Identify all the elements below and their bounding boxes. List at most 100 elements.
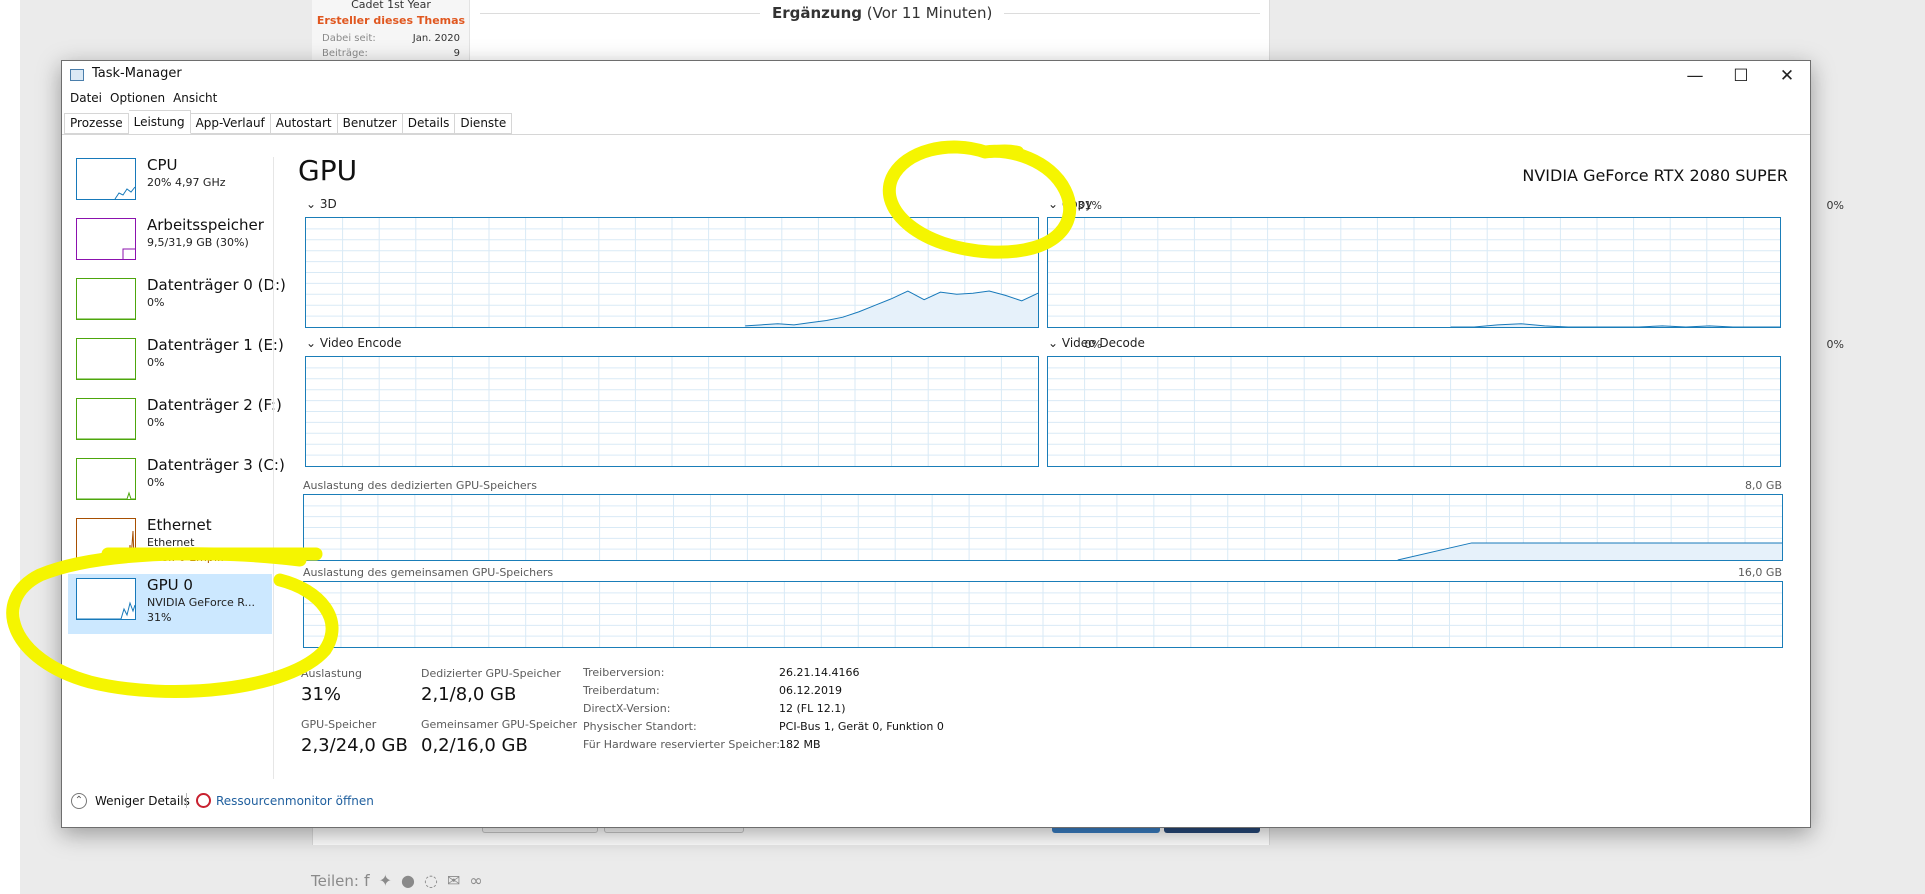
sparkline — [122, 248, 135, 259]
sidebar-item[interactable]: GPU 0 NVIDIA GeForce R... 31% — [68, 574, 272, 634]
sparkline-line — [77, 491, 135, 499]
maximize-button[interactable]: ☐ — [1718, 61, 1764, 91]
sidebar-thumbnail — [76, 458, 136, 500]
menu-ansicht[interactable]: Ansicht — [171, 91, 223, 105]
sidebar-item[interactable]: Datenträger 0 (D:) 0% — [68, 274, 286, 334]
engine-pct-copy: 0% — [1826, 199, 1844, 212]
driver-date-label: Treiberdatum: — [583, 684, 660, 697]
share-label: Teilen: — [311, 872, 359, 890]
sidebar-item-name: CPU — [147, 156, 178, 174]
link-icon[interactable]: ∞ — [469, 871, 491, 890]
menu-bar: Datei Optionen Ansicht — [68, 91, 223, 105]
engine-label-video-encode[interactable]: ⌄ Video Encode — [306, 336, 401, 350]
menu-datei[interactable]: Datei — [68, 91, 108, 105]
sparkline — [77, 530, 135, 559]
menu-optionen[interactable]: Optionen — [108, 91, 171, 105]
dedicated-stat-label: Dedizierter GPU-Speicher — [421, 667, 561, 680]
sidebar-item-sub: Ethernet — [147, 536, 195, 549]
sidebar-item-sub: 20% 4,97 GHz — [147, 176, 226, 189]
sparkline — [77, 601, 135, 619]
chevron-up-icon[interactable]: ⌃ — [71, 793, 87, 809]
reserved-mem-value: 182 MB — [779, 738, 821, 751]
dedicated-mem-label: Auslastung des dedizierten GPU-Speichers — [303, 479, 537, 492]
gpu-mem-label: GPU-Speicher — [301, 718, 377, 731]
sidebar-thumbnail — [76, 338, 136, 380]
sparkline-line — [114, 186, 135, 199]
joined-value: Jan. 2020 — [412, 33, 460, 44]
sidebar-item[interactable]: Datenträger 1 (E:) 0% — [68, 334, 284, 394]
sidebar-divider — [273, 157, 274, 779]
tab-dienste[interactable]: Dienste — [455, 113, 513, 134]
mail-icon[interactable]: ✉ — [447, 871, 469, 890]
driver-version-label: Treiberversion: — [583, 666, 665, 679]
chart-copy-plot — [1048, 218, 1780, 328]
sidebar-item-name: Ethernet — [147, 516, 212, 534]
engine-name: Video Encode — [319, 336, 402, 350]
dedicated-mem-max: 8,0 GB — [1744, 479, 1782, 492]
tab-leistung[interactable]: Leistung — [128, 110, 191, 134]
chart-copy — [1047, 217, 1781, 328]
sidebar-thumbnail — [76, 278, 136, 320]
shared-mem-max: 16,0 GB — [1737, 566, 1782, 579]
dedicated-mem-area — [1397, 542, 1782, 560]
edit-notice: Ergänzung (Vor 11 Minuten) — [760, 4, 1005, 22]
facebook-icon[interactable]: f — [364, 871, 379, 890]
tab-benutzer[interactable]: Benutzer — [337, 113, 403, 134]
tab-app-verlauf[interactable]: App-Verlauf — [190, 113, 271, 134]
engine-pct-video-decode: 0% — [1826, 338, 1844, 351]
resource-monitor-link[interactable]: Ressourcenmonitor öffnen — [216, 794, 374, 808]
sidebar-item-name: GPU 0 — [147, 576, 193, 594]
tab-prozesse[interactable]: Prozesse — [64, 113, 129, 134]
sidebar-thumbnail — [76, 398, 136, 440]
tab-autostart[interactable]: Autostart — [270, 113, 338, 134]
chart-video-decode-plot — [1048, 357, 1780, 466]
sparkline-line — [77, 530, 135, 559]
twitter-icon[interactable]: ✦ — [379, 871, 401, 890]
chart-video-decode — [1047, 356, 1781, 467]
sidebar-item-sub: 0% — [147, 296, 165, 309]
reddit-icon[interactable]: ● — [401, 871, 424, 890]
sparkline-line — [122, 248, 135, 259]
tab-details[interactable]: Details — [402, 113, 456, 134]
sparkline — [77, 378, 135, 379]
driver-version-value: 26.21.14.4166 — [779, 666, 860, 679]
sidebar-item-name: Arbeitsspeicher — [147, 216, 264, 234]
engine-label-copy[interactable]: ⌄ Copy — [1048, 197, 1092, 211]
chart-3d — [305, 217, 1039, 328]
shared-mem-label: Auslastung des gemeinsamen GPU-Speichers — [303, 566, 554, 579]
sidebar-item-sub: 0% — [147, 476, 165, 489]
whatsapp-icon[interactable]: ◌ — [424, 871, 447, 890]
directx-value: 12 (FL 12.1) — [779, 702, 846, 715]
sidebar-thumbnail — [76, 518, 136, 560]
chevron-down-icon: ⌄ — [1048, 336, 1059, 350]
chart-shared-mem-plot — [304, 582, 1782, 647]
sidebar-item-name: Datenträger 0 (D:) — [147, 276, 286, 294]
shared-stat-value: 0,2/16,0 GB — [421, 735, 528, 756]
sidebar-thumbnail — [76, 578, 136, 620]
engine-name: Video Decode — [1061, 336, 1145, 350]
engine-label-video-decode[interactable]: ⌄ Video Decode — [1048, 336, 1145, 350]
sidebar-item[interactable]: CPU 20% 4,97 GHz — [68, 154, 272, 214]
close-button[interactable]: ✕ — [1764, 61, 1810, 91]
sidebar-item[interactable]: Datenträger 2 (F:) 0% — [68, 394, 282, 454]
physical-location-value: PCI-Bus 1, Gerät 0, Funktion 0 — [779, 720, 944, 733]
sidebar-item[interactable]: Ethernet Ethernet Ges.: 0 Empf.: 0 KBit/s — [68, 514, 272, 574]
fewer-details-link[interactable]: Weniger Details — [95, 794, 190, 808]
chevron-down-icon: ⌄ — [1048, 197, 1059, 211]
sidebar-item-name: Datenträger 1 (E:) — [147, 336, 284, 354]
chart-dedicated-mem — [303, 494, 1783, 561]
task-manager-window: Task-Manager — ☐ ✕ Datei Optionen Ansich… — [61, 60, 1844, 828]
minimize-button[interactable]: — — [1672, 61, 1718, 91]
dedicated-stat-value: 2,1/8,0 GB — [421, 684, 517, 705]
footer-divider — [186, 793, 187, 808]
sparkline — [77, 438, 135, 439]
share-icons[interactable]: f✦●◌✉∞ — [364, 871, 492, 890]
sparkline — [114, 186, 135, 199]
sidebar-item-sub2: Ges.: 0 Empf.: 0 KBit/s — [147, 551, 270, 564]
sidebar-item[interactable]: Datenträger 3 (C:) 0% — [68, 454, 285, 514]
chart-3d-plot — [306, 218, 1039, 327]
thread-starter-badge: Ersteller dieses Themas — [316, 14, 466, 27]
sidebar-item[interactable]: Arbeitsspeicher 9,5/31,9 GB (30%) — [68, 214, 272, 274]
edit-time: (Vor 11 Minuten) — [866, 4, 993, 22]
engine-label-3d[interactable]: ⌄ 3D — [306, 197, 337, 211]
